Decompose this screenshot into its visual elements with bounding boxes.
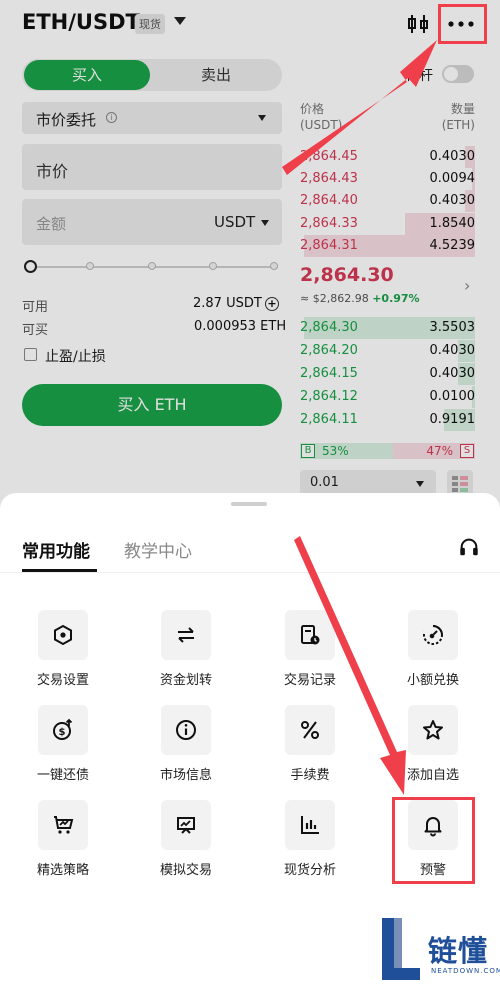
item-spot-analysis[interactable]: 现货分析 <box>255 800 365 880</box>
sheet-drag-handle[interactable] <box>231 502 267 506</box>
watermark-name: 链懂 <box>428 934 489 968</box>
item-featured-strategies[interactable]: 精选策略 <box>8 800 118 880</box>
item-market-info[interactable]: 市场信息 <box>131 705 241 785</box>
sheet-divider <box>0 572 500 573</box>
tab-common-functions[interactable]: 常用功能 <box>22 537 90 562</box>
watermark-domain: NEATDOWN.COM <box>431 967 500 975</box>
repay-dollar-icon: $ <box>53 718 73 740</box>
bar-analysis-icon <box>301 816 319 834</box>
headset-icon[interactable] <box>458 536 480 558</box>
highlight-alert-item <box>392 797 475 884</box>
item-trade-settings[interactable]: 交易设置 <box>8 610 118 690</box>
strategy-chart-icon <box>54 816 74 834</box>
item-trade-records[interactable]: 交易记录 <box>255 610 365 690</box>
info-circle-icon <box>176 720 196 740</box>
star-icon <box>423 720 443 740</box>
svg-text:$: $ <box>59 727 66 738</box>
record-clock-icon <box>301 625 320 645</box>
item-add-favorite[interactable]: 添加自选 <box>378 705 488 785</box>
watermark-logo <box>382 918 420 980</box>
item-one-click-repay[interactable]: $ 一键还债 <box>8 705 118 785</box>
transfer-arrows-icon <box>178 627 194 643</box>
hexagon-settings-icon <box>54 624 72 646</box>
percent-icon <box>301 721 319 739</box>
item-small-convert[interactable]: 小额兑换 <box>378 610 488 690</box>
item-simulated-trading[interactable]: 模拟交易 <box>131 800 241 880</box>
small-convert-icon <box>423 625 443 645</box>
tab-learning-center[interactable]: 教学中心 <box>124 537 192 562</box>
simulated-trade-icon <box>177 817 195 834</box>
item-fund-transfer[interactable]: 资金划转 <box>131 610 241 690</box>
item-fees[interactable]: 手续费 <box>255 705 365 785</box>
highlight-more-button <box>438 4 487 44</box>
